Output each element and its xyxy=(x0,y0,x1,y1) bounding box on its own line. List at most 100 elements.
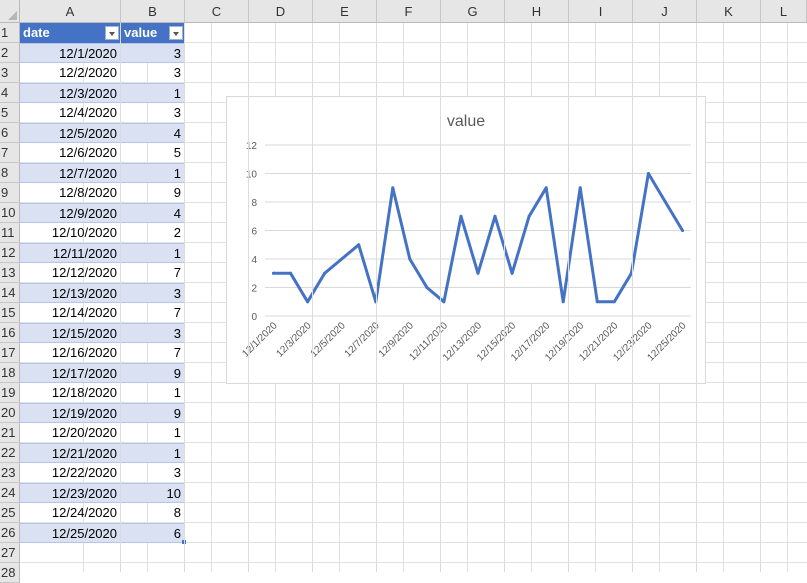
table-cell-value[interactable]: 3 xyxy=(121,323,185,343)
table-cell-value[interactable]: 6 xyxy=(121,523,185,543)
row-header-13[interactable]: 13 xyxy=(0,263,20,283)
column-header-e[interactable]: E xyxy=(313,0,377,23)
table-cell-value[interactable]: 7 xyxy=(121,263,185,283)
data-point xyxy=(459,214,463,218)
row-header-26[interactable]: 26 xyxy=(0,523,20,543)
table-cell-date[interactable]: 12/18/2020 xyxy=(20,383,121,403)
table-cell-value[interactable]: 4 xyxy=(121,123,185,143)
table-cell-value[interactable]: 1 xyxy=(121,423,185,443)
row-header-20[interactable]: 20 xyxy=(0,403,20,423)
row-header-15[interactable]: 15 xyxy=(0,303,20,323)
line-chart[interactable]: value 0 2 4 6 8 10 12 12/1/2020 12/3/2020 12/5/202… xyxy=(226,96,706,384)
column-header-a[interactable]: A xyxy=(20,0,121,23)
table-cell-value[interactable]: 10 xyxy=(121,483,185,503)
table-cell-date[interactable]: 12/12/2020 xyxy=(20,263,121,283)
row-header-9[interactable]: 9 xyxy=(0,183,20,203)
table-cell-date[interactable]: 12/17/2020 xyxy=(20,363,121,383)
table-cell-value[interactable]: 1 xyxy=(121,83,185,103)
table-cell-value[interactable]: 9 xyxy=(121,363,185,383)
table-cell-date[interactable]: 12/1/2020 xyxy=(20,43,121,63)
table-cell-value[interactable]: 7 xyxy=(121,303,185,323)
table-cell-value[interactable]: 8 xyxy=(121,503,185,523)
table-cell-value[interactable]: 5 xyxy=(121,143,185,163)
table-cell-date[interactable]: 12/19/2020 xyxy=(20,403,121,423)
column-header-h[interactable]: H xyxy=(505,0,569,23)
table-cell-value[interactable]: 3 xyxy=(121,463,185,483)
row-header-6[interactable]: 6 xyxy=(0,123,20,143)
column-header-l[interactable]: L xyxy=(761,0,807,23)
data-point xyxy=(408,257,412,261)
table-cell-value[interactable]: 1 xyxy=(121,243,185,263)
column-header-i[interactable]: I xyxy=(569,0,633,23)
table-cell-date[interactable]: 12/16/2020 xyxy=(20,343,121,363)
filter-dropdown-icon[interactable] xyxy=(105,26,119,40)
table-cell-date[interactable]: 12/4/2020 xyxy=(20,103,121,123)
row-header-14[interactable]: 14 xyxy=(0,283,20,303)
table-cell-date[interactable]: 12/6/2020 xyxy=(20,143,121,163)
table-cell-value[interactable]: 4 xyxy=(121,203,185,223)
table-cell-date[interactable]: 12/7/2020 xyxy=(20,163,121,183)
table-cell-date[interactable]: 12/5/2020 xyxy=(20,123,121,143)
row-header-24[interactable]: 24 xyxy=(0,483,20,503)
table-cell-date[interactable]: 12/3/2020 xyxy=(20,83,121,103)
column-header-d[interactable]: D xyxy=(249,0,313,23)
table-cell-date[interactable]: 12/9/2020 xyxy=(20,203,121,223)
table-cell-value[interactable]: 3 xyxy=(121,43,185,63)
row-header-12[interactable]: 12 xyxy=(0,243,20,263)
table-cell-value[interactable]: 9 xyxy=(121,403,185,423)
table-cell-date[interactable]: 12/25/2020 xyxy=(20,523,121,543)
table-cell-value[interactable]: 1 xyxy=(121,163,185,183)
row-header-21[interactable]: 21 xyxy=(0,423,20,443)
table-cell-date[interactable]: 12/22/2020 xyxy=(20,463,121,483)
table-cell-value[interactable]: 3 xyxy=(121,283,185,303)
table-cell-date[interactable]: 12/10/2020 xyxy=(20,223,121,243)
table-cell-date[interactable]: 12/21/2020 xyxy=(20,443,121,463)
table-cell-date[interactable]: 12/8/2020 xyxy=(20,183,121,203)
table-cell-date[interactable]: 12/2/2020 xyxy=(20,63,121,83)
table-cell-value[interactable]: 1 xyxy=(121,383,185,403)
row-header-17[interactable]: 17 xyxy=(0,343,20,363)
table-cell-date[interactable]: 12/13/2020 xyxy=(20,283,121,303)
row-header-16[interactable]: 16 xyxy=(0,323,20,343)
table-cell-value[interactable]: 2 xyxy=(121,223,185,243)
row-header-10[interactable]: 10 xyxy=(0,203,20,223)
table-cell-date[interactable]: 12/15/2020 xyxy=(20,323,121,343)
column-header-j[interactable]: J xyxy=(633,0,697,23)
row-header-7[interactable]: 7 xyxy=(0,143,20,163)
table-cell-value[interactable]: 3 xyxy=(121,103,185,123)
row-header-18[interactable]: 18 xyxy=(0,363,20,383)
x-tick-label: 12/3/2020 xyxy=(274,320,314,360)
row-header-3[interactable]: 3 xyxy=(0,63,20,83)
select-all-corner[interactable] xyxy=(0,0,20,23)
table-cell-date[interactable]: 12/11/2020 xyxy=(20,243,121,263)
table-cell-date[interactable]: 12/24/2020 xyxy=(20,503,121,523)
data-point xyxy=(663,200,667,204)
row-header-25[interactable]: 25 xyxy=(0,503,20,523)
row-header-22[interactable]: 22 xyxy=(0,443,20,463)
column-header-g[interactable]: G xyxy=(441,0,505,23)
table-cell-date[interactable]: 12/14/2020 xyxy=(20,303,121,323)
row-header-8[interactable]: 8 xyxy=(0,163,20,183)
column-gridline xyxy=(696,23,697,572)
row-header-19[interactable]: 19 xyxy=(0,383,20,403)
row-header-4[interactable]: 4 xyxy=(0,83,20,103)
table-cell-date[interactable]: 12/23/2020 xyxy=(20,483,121,503)
row-header-28[interactable]: 28 xyxy=(0,563,20,583)
row-header-1[interactable]: 1 xyxy=(0,23,20,43)
row-header-27[interactable]: 27 xyxy=(0,543,20,563)
row-header-11[interactable]: 11 xyxy=(0,223,20,243)
table-cell-value[interactable]: 1 xyxy=(121,443,185,463)
row-header-2[interactable]: 2 xyxy=(0,43,20,63)
column-header-c[interactable]: C xyxy=(185,0,249,23)
column-header-k[interactable]: K xyxy=(697,0,761,23)
data-point xyxy=(578,186,582,190)
table-cell-date[interactable]: 12/20/2020 xyxy=(20,423,121,443)
table-cell-value[interactable]: 9 xyxy=(121,183,185,203)
table-cell-value[interactable]: 7 xyxy=(121,343,185,363)
column-header-f[interactable]: F xyxy=(377,0,441,23)
row-header-23[interactable]: 23 xyxy=(0,463,20,483)
row-header-5[interactable]: 5 xyxy=(0,103,20,123)
filter-dropdown-icon[interactable] xyxy=(169,26,183,40)
column-header-b[interactable]: B xyxy=(121,0,185,23)
table-cell-value[interactable]: 3 xyxy=(121,63,185,83)
